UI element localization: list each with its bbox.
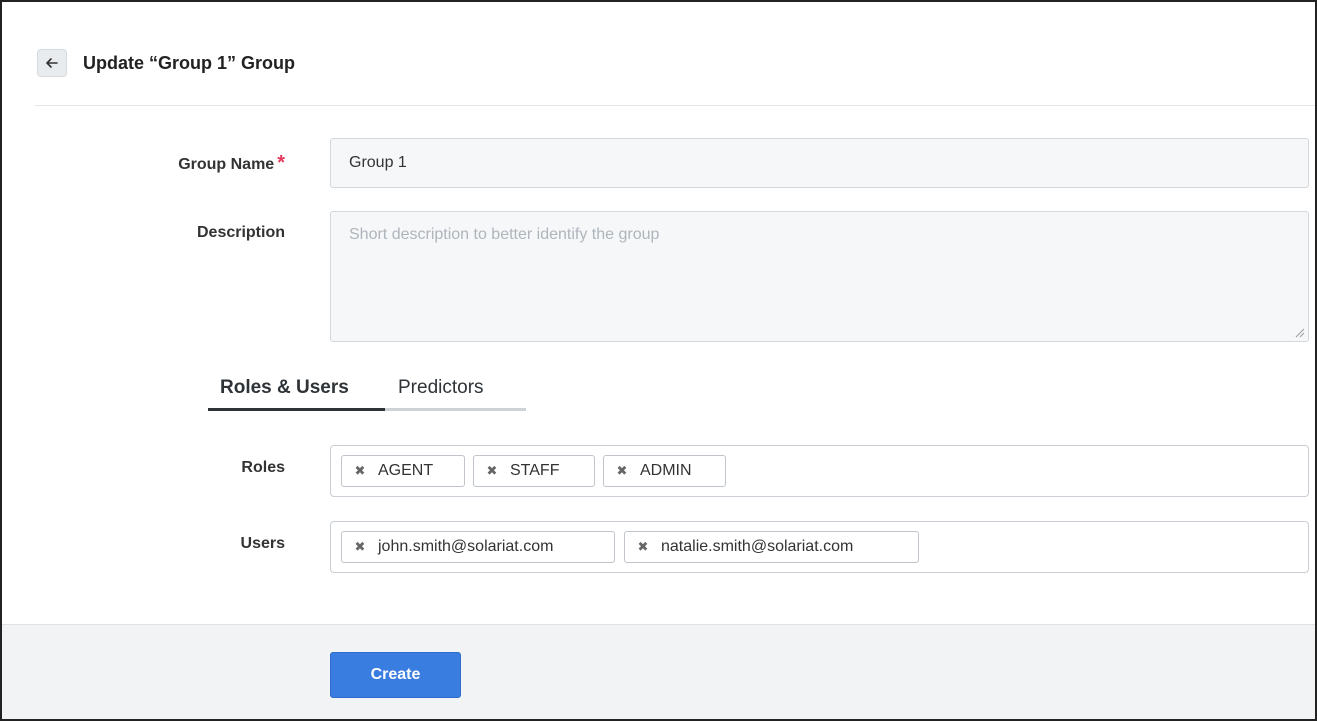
group-name-label: Group Name * [2,152,285,175]
tab-roles-users[interactable]: Roles & Users [220,368,349,408]
role-tag-admin: ✖ ADMIN [603,455,726,487]
role-tag-agent: ✖ AGENT [341,455,465,487]
form-footer [2,624,1315,719]
user-tag-natalie: ✖ natalie.smith@solariat.com [624,531,919,563]
arrow-left-icon [46,58,58,68]
create-button[interactable]: Create [330,652,461,698]
role-tag-label: AGENT [378,462,434,479]
resize-grip-icon[interactable] [1295,328,1305,338]
user-tag-label: natalie.smith@solariat.com [661,538,854,555]
roles-tag-input[interactable]: ✖ AGENT ✖ STAFF ✖ ADMIN [330,445,1309,497]
remove-tag-icon[interactable]: ✖ [484,456,500,486]
app-window: Update “Group 1” Group Group Name * Group… [0,0,1317,721]
remove-tag-icon[interactable]: ✖ [352,456,368,486]
header-divider [35,105,1315,106]
users-tag-input[interactable]: ✖ john.smith@solariat.com ✖ natalie.smit… [330,521,1309,573]
description-textarea[interactable]: Short description to better identify the… [330,211,1309,342]
role-tag-label: STAFF [510,462,560,479]
user-tag-john: ✖ john.smith@solariat.com [341,531,615,563]
users-label: Users [240,535,285,552]
group-name-label-text: Group Name [178,156,275,173]
group-name-input[interactable]: Group 1 [330,138,1309,188]
roles-label: Roles [241,459,285,476]
description-label: Description [196,224,285,241]
remove-tag-icon[interactable]: ✖ [352,532,368,562]
description-placeholder: Short description to better identify the… [349,226,660,243]
tab-bar: Roles & Users Predictors [208,368,526,412]
role-tag-label: ADMIN [640,462,692,479]
tab-predictors[interactable]: Predictors [398,368,484,408]
remove-tag-icon[interactable]: ✖ [614,456,630,486]
remove-tag-icon[interactable]: ✖ [635,532,651,562]
active-tab-indicator [208,408,385,411]
role-tag-staff: ✖ STAFF [473,455,595,487]
back-button[interactable] [37,49,67,77]
user-tag-label: john.smith@solariat.com [378,538,554,555]
required-marker: * [277,152,285,174]
page-title: Update “Group 1” Group [83,53,296,73]
